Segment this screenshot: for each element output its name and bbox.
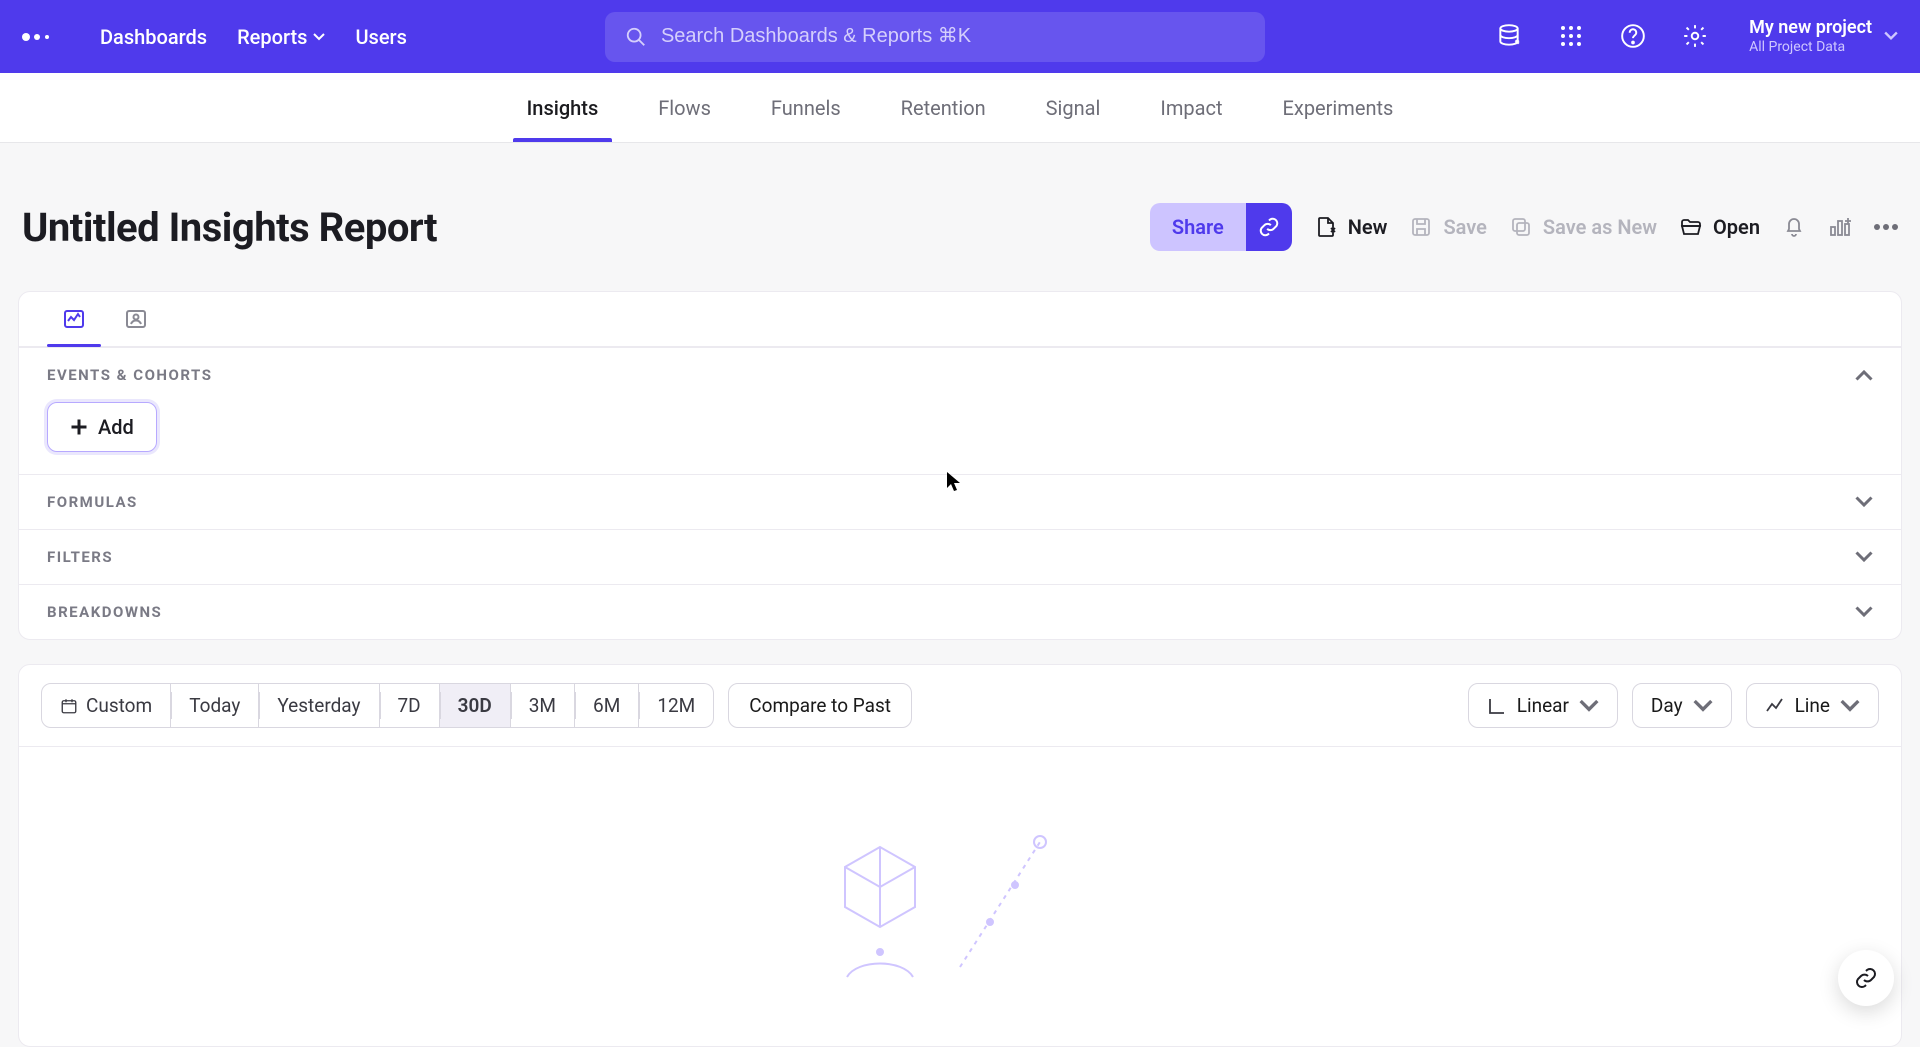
tab-impact[interactable]: Impact (1160, 73, 1222, 142)
topnav: Dashboards Reports Users (100, 25, 407, 49)
save-icon (1409, 215, 1433, 239)
tab-insights[interactable]: Insights (527, 73, 599, 142)
chevron-up-icon (1855, 366, 1873, 384)
time-range-12m[interactable]: 12M (639, 683, 714, 728)
copy-icon (1509, 215, 1533, 239)
share-combo: Share (1150, 203, 1292, 251)
chevron-down-icon (1855, 603, 1873, 621)
search-box[interactable] (605, 12, 1265, 62)
chevron-down-icon (1855, 548, 1873, 566)
folder-open-icon (1679, 215, 1703, 239)
profile-icon (124, 307, 148, 331)
report-title[interactable]: Untitled Insights Report (22, 204, 437, 251)
chevron-down-icon (1693, 696, 1713, 716)
section-breakdowns-head[interactable]: Breakdowns (19, 585, 1901, 639)
time-row: CustomTodayYesterday7D30D3M6M12M Compare… (19, 665, 1901, 746)
page: Untitled Insights Report Share New Save … (0, 143, 1920, 1047)
open-button[interactable]: Open (1679, 215, 1760, 239)
mixpanel-logo[interactable] (22, 22, 52, 52)
chart-controls: Linear Day Line (1468, 683, 1879, 728)
project-sub: All Project Data (1749, 39, 1872, 56)
more-menu[interactable] (1874, 224, 1898, 230)
section-events-label: Events & Cohorts (47, 366, 212, 384)
axis-icon (1487, 696, 1507, 716)
notifications-icon[interactable] (1782, 215, 1806, 239)
help-icon[interactable] (1619, 22, 1647, 50)
tab-funnels[interactable]: Funnels (771, 73, 841, 142)
chevron-down-icon (1855, 493, 1873, 511)
section-filters: Filters (19, 529, 1901, 584)
section-filters-head[interactable]: Filters (19, 530, 1901, 584)
save-as-new-button: Save as New (1509, 215, 1657, 239)
search-icon (625, 26, 647, 48)
search-input[interactable] (661, 25, 1245, 48)
line-chart-icon (1765, 696, 1785, 716)
mode-profiles[interactable] (105, 292, 167, 346)
nav-dashboards[interactable]: Dashboards (100, 25, 207, 49)
time-range-group: CustomTodayYesterday7D30D3M6M12M (41, 683, 714, 728)
report-type-tabs: Insights Flows Funnels Retention Signal … (0, 73, 1920, 143)
chevron-down-icon (1884, 31, 1898, 41)
time-range-6m[interactable]: 6M (575, 683, 639, 728)
share-link-button[interactable] (1246, 203, 1292, 251)
calendar-icon (60, 697, 78, 715)
chart-type-select[interactable]: Line (1746, 683, 1879, 728)
settings-icon[interactable] (1681, 22, 1709, 50)
project-picker[interactable]: My new project All Project Data (1743, 17, 1898, 55)
plus-icon (70, 418, 88, 436)
add-to-dashboard-icon[interactable] (1828, 215, 1852, 239)
feedback-fab[interactable] (1838, 950, 1894, 1006)
project-name: My new project (1749, 17, 1872, 39)
section-formulas: Formulas (19, 474, 1901, 529)
granularity-select[interactable]: Day (1632, 683, 1732, 728)
new-button[interactable]: New (1314, 215, 1388, 239)
scale-select[interactable]: Linear (1468, 683, 1618, 728)
query-builder-card: Events & Cohorts Add Formulas Filters (18, 291, 1902, 640)
chevron-down-icon (1579, 696, 1599, 716)
nav-users[interactable]: Users (355, 25, 406, 49)
link-icon (1258, 216, 1280, 238)
add-event-button[interactable]: Add (47, 402, 157, 452)
tab-flows[interactable]: Flows (658, 73, 711, 142)
share-button[interactable]: Share (1150, 203, 1246, 251)
chevron-down-icon (1840, 696, 1860, 716)
section-formulas-head[interactable]: Formulas (19, 475, 1901, 529)
report-actions: Share New Save Save as New Open (1150, 203, 1898, 251)
tab-experiments[interactable]: Experiments (1283, 73, 1394, 142)
tab-signal[interactable]: Signal (1046, 73, 1101, 142)
new-file-icon (1314, 215, 1338, 239)
topbar: Dashboards Reports Users My new project … (0, 0, 1920, 73)
section-breakdowns: Breakdowns (19, 584, 1901, 639)
nav-reports[interactable]: Reports (237, 25, 325, 49)
link-icon (1854, 966, 1878, 990)
tab-retention[interactable]: Retention (901, 73, 986, 142)
chevron-down-icon (313, 31, 325, 43)
chart-card: CustomTodayYesterday7D30D3M6M12M Compare… (18, 664, 1902, 1047)
data-icon[interactable] (1495, 22, 1523, 50)
empty-chart-illustration (19, 746, 1901, 1046)
time-range-3m[interactable]: 3M (511, 683, 575, 728)
section-events: Events & Cohorts Add (19, 347, 1901, 474)
topbar-right: My new project All Project Data (1495, 17, 1898, 55)
chart-icon (62, 307, 86, 331)
time-range-yesterday[interactable]: Yesterday (259, 683, 379, 728)
save-button: Save (1409, 215, 1486, 239)
apps-grid-icon[interactable] (1557, 22, 1585, 50)
report-header: Untitled Insights Report Share New Save … (18, 203, 1902, 291)
time-range-today[interactable]: Today (171, 683, 259, 728)
time-range-7d[interactable]: 7D (380, 683, 440, 728)
compare-to-past-button[interactable]: Compare to Past (728, 683, 912, 728)
time-range-custom[interactable]: Custom (41, 683, 171, 728)
section-events-head[interactable]: Events & Cohorts (19, 348, 1901, 402)
mode-tabs (19, 292, 1901, 347)
time-range-30d[interactable]: 30D (440, 683, 511, 728)
mode-events[interactable] (43, 292, 105, 346)
